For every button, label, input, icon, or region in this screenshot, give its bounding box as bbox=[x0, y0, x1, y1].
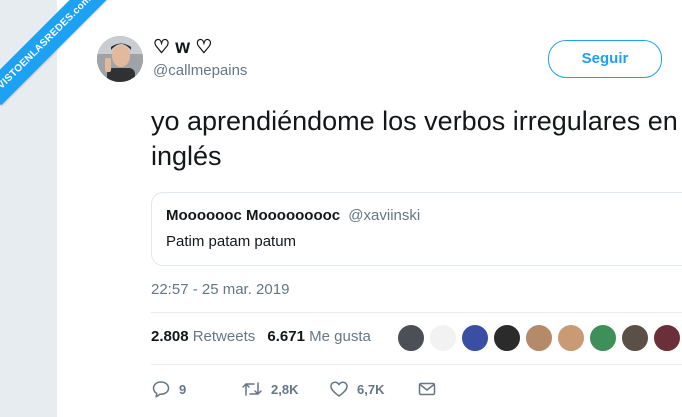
liker-avatar[interactable] bbox=[525, 324, 553, 352]
user-handle[interactable]: @callmepains bbox=[153, 62, 247, 79]
divider bbox=[151, 312, 682, 313]
reply-count: 9 bbox=[179, 381, 187, 397]
heart-icon bbox=[330, 381, 348, 397]
likes-label[interactable]: Me gusta bbox=[309, 328, 371, 345]
like-button[interactable]: 6,7K bbox=[329, 378, 384, 400]
follow-button[interactable]: Seguir bbox=[548, 40, 662, 78]
retweets-count[interactable]: 2.808 bbox=[151, 328, 189, 345]
divider bbox=[151, 364, 682, 365]
display-name[interactable]: ♡ w ♡ bbox=[153, 36, 212, 59]
reply-icon bbox=[152, 381, 170, 398]
avatar[interactable] bbox=[97, 36, 143, 82]
reply-button[interactable]: 9 bbox=[151, 378, 186, 400]
liker-avatar[interactable] bbox=[621, 324, 649, 352]
retweet-button[interactable]: 2,8K bbox=[241, 378, 298, 400]
engagement-stats: 2.808 Retweets 6.671 Me gusta bbox=[151, 328, 371, 345]
retweets-label[interactable]: Retweets bbox=[193, 328, 256, 345]
liker-avatar[interactable] bbox=[589, 324, 617, 352]
envelope-icon bbox=[418, 382, 436, 396]
tweet-card: ♡ w ♡ @callmepains Seguir yo aprendiéndo… bbox=[56, 0, 682, 417]
quoted-tweet-handle: @xaviinski bbox=[348, 207, 421, 224]
liker-avatar[interactable] bbox=[653, 324, 681, 352]
avatar-image bbox=[97, 36, 143, 82]
retweet-icon bbox=[242, 382, 262, 396]
liker-avatar[interactable] bbox=[461, 324, 489, 352]
liker-avatar[interactable] bbox=[397, 324, 425, 352]
likes-count[interactable]: 6.671 bbox=[267, 328, 305, 345]
tweet-text: yo aprendiéndome los verbos irregulares … bbox=[151, 106, 678, 171]
tweet-timestamp[interactable]: 22:57 - 25 mar. 2019 bbox=[151, 281, 289, 298]
quoted-tweet-name: Mooooooc Mooooooooc bbox=[166, 207, 341, 224]
quoted-tweet-text: Patim patam patum bbox=[166, 233, 297, 250]
retweet-count: 2,8K bbox=[271, 381, 299, 397]
like-count: 6,7K bbox=[357, 381, 385, 397]
message-button[interactable] bbox=[417, 378, 437, 400]
liker-avatar[interactable] bbox=[557, 324, 585, 352]
quoted-tweet-header: Mooooooc Mooooooooc @xaviinski bbox=[166, 207, 420, 224]
liker-avatar[interactable] bbox=[493, 324, 521, 352]
quoted-tweet[interactable]: Mooooooc Mooooooooc @xaviinski Patim pat… bbox=[151, 192, 682, 266]
liker-avatar[interactable] bbox=[429, 324, 457, 352]
